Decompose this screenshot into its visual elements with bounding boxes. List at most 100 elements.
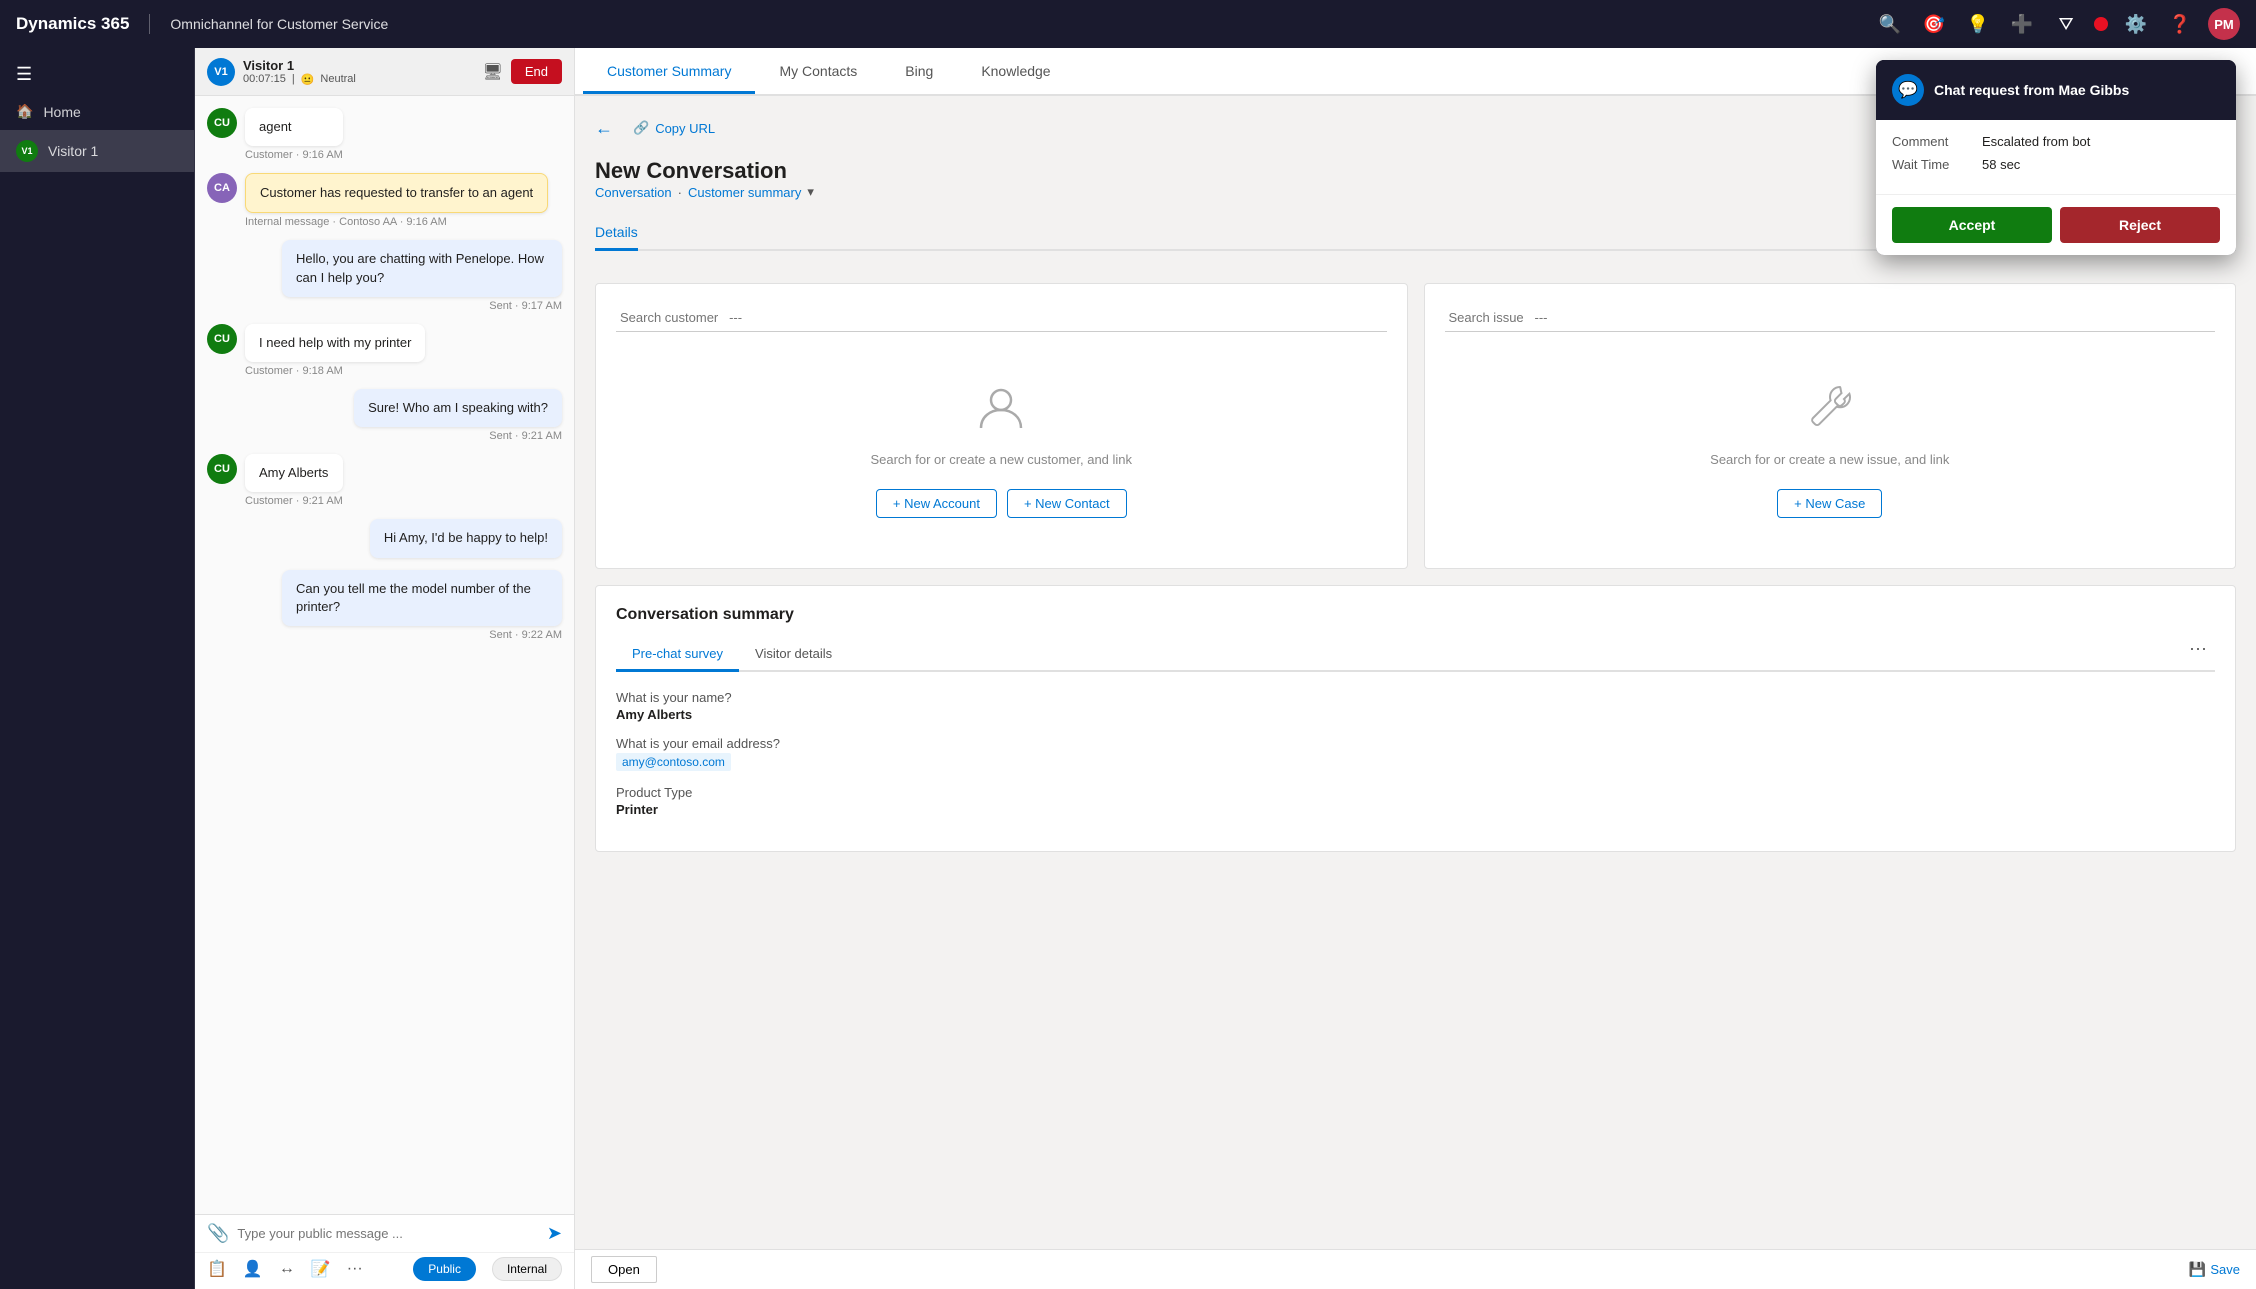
message-meta: Internal message · Contoso AA · 9:16 AM <box>245 216 548 228</box>
tab-prechat-survey[interactable]: Pre-chat survey <box>616 638 739 672</box>
filter-icon[interactable]: ⛛ <box>2050 8 2082 40</box>
message-meta: Customer · 9:16 AM <box>245 149 343 161</box>
sidebar-home-label: Home <box>43 104 80 120</box>
visitor-header-avatar: V1 <box>207 58 235 86</box>
link-icon: 🔗 <box>633 120 649 136</box>
message-content: Hi Amy, I'd be happy to help! <box>370 519 562 557</box>
visitor-avatar: V1 <box>16 140 38 162</box>
message-avatar: CA <box>207 173 237 203</box>
reject-button[interactable]: Reject <box>2060 207 2220 243</box>
save-label[interactable]: Save <box>2210 1262 2240 1277</box>
monitor-icon[interactable]: 🖥 <box>483 62 503 82</box>
message-content: I need help with my printer Customer · 9… <box>245 324 425 377</box>
save-area: 💾 Save <box>2189 1261 2240 1278</box>
transcript-icon[interactable]: 📋 <box>207 1259 227 1279</box>
summary-more-button[interactable]: ··· <box>2181 638 2215 670</box>
sentiment-label: Neutral <box>320 73 355 85</box>
customer-actions: + New Account + New Contact <box>876 489 1127 518</box>
send-icon[interactable]: ➤ <box>547 1223 562 1244</box>
message-input[interactable] <box>237 1226 538 1241</box>
search-issue-input[interactable] <box>1445 304 2216 332</box>
message-bubble-agent: Sure! Who am I speaking with? <box>354 389 562 427</box>
issue-empty-state: Search for or create a new issue, and li… <box>1445 352 2216 548</box>
back-button[interactable]: ← <box>595 118 613 139</box>
message-bubble-system: Customer has requested to transfer to an… <box>245 173 548 213</box>
search-customer-input[interactable] <box>616 304 1387 332</box>
message-meta: Sent · 9:21 AM <box>354 430 562 442</box>
transfer-icon[interactable]: ↔ <box>279 1260 295 1278</box>
footer: Open 💾 Save <box>575 1249 2256 1289</box>
help-icon[interactable]: ❓ <box>2164 8 2196 40</box>
message-bubble-agent: Hello, you are chatting with Penelope. H… <box>282 240 562 296</box>
notification-wait-row: Wait Time 58 sec <box>1892 157 2220 172</box>
conv-toolbar: 📋 👤 ↔ 📝 ··· Public Internal <box>195 1252 574 1289</box>
field-value: Printer <box>616 802 2215 817</box>
message-row: CU I need help with my printer Customer … <box>207 324 562 377</box>
message-content: Can you tell me the model number of the … <box>282 570 562 641</box>
visitor-name: Visitor 1 <box>243 58 356 73</box>
breadcrumb-customer-summary[interactable]: Customer summary <box>688 185 801 200</box>
add-icon[interactable]: ➕ <box>2006 8 2038 40</box>
copy-url-label: Copy URL <box>655 121 715 136</box>
note-icon[interactable]: 📝 <box>311 1259 331 1279</box>
sentiment-icon: 😐 <box>301 73 315 86</box>
public-mode-button[interactable]: Public <box>413 1257 476 1281</box>
new-contact-button[interactable]: + New Contact <box>1007 489 1127 518</box>
idea-icon[interactable]: 💡 <box>1962 8 1994 40</box>
app-brand: Dynamics 365 <box>16 14 129 34</box>
tab-my-contacts[interactable]: My Contacts <box>755 51 881 94</box>
tab-visitor-details[interactable]: Visitor details <box>739 638 848 672</box>
user-avatar[interactable]: PM <box>2208 8 2240 40</box>
top-navigation: Dynamics 365 Omnichannel for Customer Se… <box>0 0 2256 48</box>
message-bubble: agent <box>245 108 343 146</box>
field-value: Amy Alberts <box>616 707 2215 722</box>
issue-card: Search for or create a new issue, and li… <box>1424 283 2237 569</box>
tab-knowledge[interactable]: Knowledge <box>957 51 1074 94</box>
message-content: Amy Alberts Customer · 9:21 AM <box>245 454 343 507</box>
settings-icon[interactable]: ⚙️ <box>2120 8 2152 40</box>
accept-button[interactable]: Accept <box>1892 207 2052 243</box>
comment-value: Escalated from bot <box>1982 134 2090 149</box>
sidebar-item-home[interactable]: 🏠 Home <box>0 93 194 130</box>
attachment-icon[interactable]: 📎 <box>207 1223 229 1244</box>
more-icon[interactable]: ··· <box>347 1260 363 1278</box>
separator: | <box>292 73 295 85</box>
notification-title: Chat request from Mae Gibbs <box>1934 82 2129 98</box>
input-row: 📎 ➤ <box>195 1215 574 1252</box>
nav-divider <box>149 14 150 34</box>
hamburger-icon[interactable]: ☰ <box>0 56 194 93</box>
tab-bing[interactable]: Bing <box>881 51 957 94</box>
copy-url-button[interactable]: 🔗 Copy URL <box>625 116 723 140</box>
issue-actions: + New Case <box>1777 489 1882 518</box>
breadcrumb-conversation[interactable]: Conversation <box>595 185 672 200</box>
status-indicator <box>2094 17 2108 31</box>
notification-header: 💬 Chat request from Mae Gibbs <box>1876 60 2236 120</box>
customer-empty-text: Search for or create a new customer, and… <box>870 452 1132 467</box>
internal-mode-button[interactable]: Internal <box>492 1257 562 1281</box>
agent-icon[interactable]: 👤 <box>243 1259 263 1279</box>
sidebar-item-visitor[interactable]: V1 Visitor 1 <box>0 130 194 172</box>
conversation-header: V1 Visitor 1 00:07:15 | 😐 Neutral 🖥 End <box>195 48 574 96</box>
message-avatar: CU <box>207 324 237 354</box>
visitor-info: V1 Visitor 1 00:07:15 | 😐 Neutral <box>207 58 356 86</box>
app-module: Omnichannel for Customer Service <box>170 16 388 32</box>
message-meta: Sent · 9:17 AM <box>282 300 562 312</box>
search-icon[interactable]: 🔍 <box>1874 8 1906 40</box>
target-icon[interactable]: 🎯 <box>1918 8 1950 40</box>
save-icon: 💾 <box>2189 1261 2206 1278</box>
message-row: Sure! Who am I speaking with? Sent · 9:2… <box>354 389 562 442</box>
form-field-product: Product Type Printer <box>616 785 2215 817</box>
details-tab[interactable]: Details <box>595 216 638 251</box>
person-icon <box>976 382 1026 442</box>
message-row: CU Amy Alberts Customer · 9:21 AM <box>207 454 562 507</box>
message-bubble: Amy Alberts <box>245 454 343 492</box>
open-button[interactable]: Open <box>591 1256 657 1283</box>
form-field-email: What is your email address? amy@contoso.… <box>616 736 2215 771</box>
new-case-button[interactable]: + New Case <box>1777 489 1882 518</box>
new-account-button[interactable]: + New Account <box>876 489 997 518</box>
tab-customer-summary[interactable]: Customer Summary <box>583 51 755 94</box>
message-row: CA Customer has requested to transfer to… <box>207 173 562 228</box>
end-conversation-button[interactable]: End <box>511 59 562 84</box>
message-meta: Customer · 9:21 AM <box>245 495 343 507</box>
sidebar-visitor-label: Visitor 1 <box>48 143 98 159</box>
